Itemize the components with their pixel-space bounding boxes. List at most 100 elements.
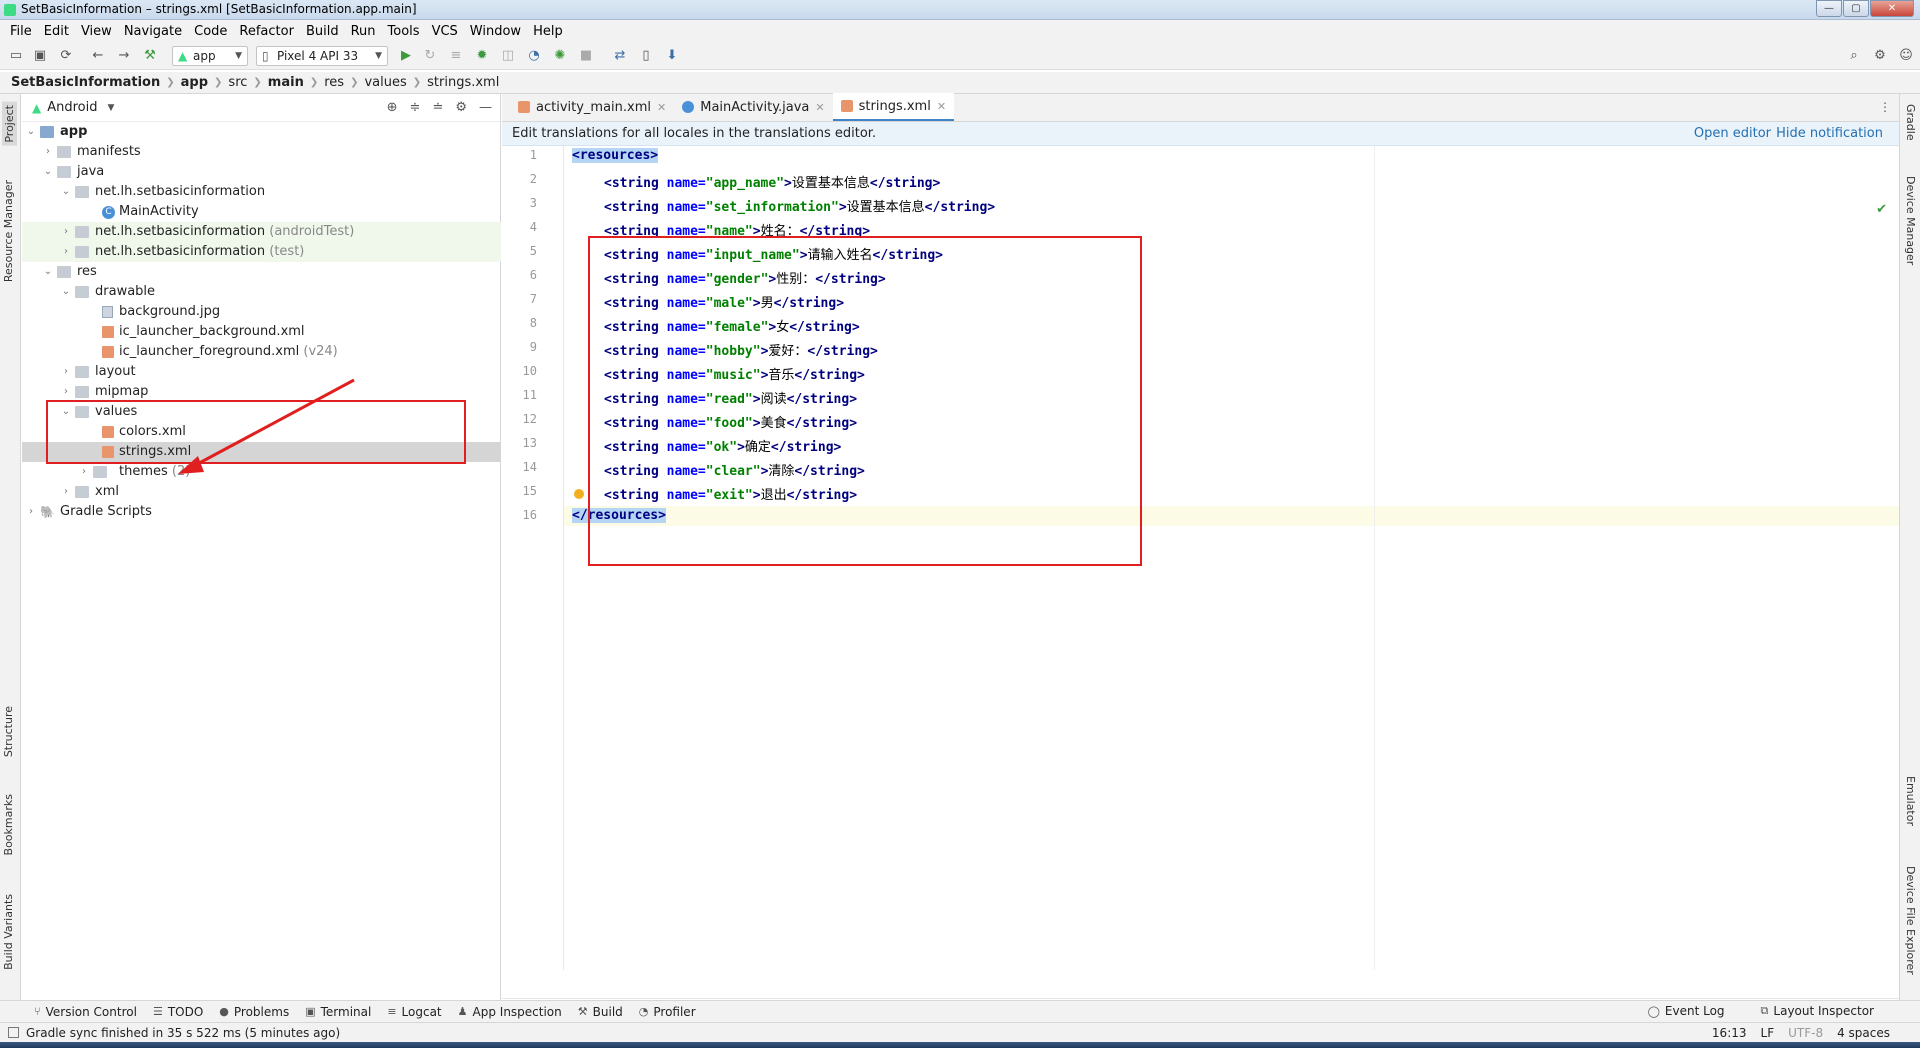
locate-icon[interactable]: ⊕ [387,100,398,115]
profile-icon[interactable]: ◔ [526,48,542,64]
run-config-dropdown[interactable]: ▲ app ▼ [172,46,248,66]
lightbulb-icon[interactable] [574,489,584,499]
tool-event-log[interactable]: ◯ Event Log [1648,1004,1725,1018]
menu-edit[interactable]: Edit [38,24,75,39]
caret-position[interactable]: 16:13 [1712,1026,1747,1040]
breadcrumb-project[interactable]: SetBasicInformation [11,75,160,90]
maximize-button[interactable]: ▢ [1843,0,1869,17]
menu-help[interactable]: Help [527,24,569,39]
menu-vcs[interactable]: VCS [426,24,464,39]
gear-icon[interactable]: ⚙ [1872,48,1888,64]
menu-code[interactable]: Code [188,24,233,39]
close-icon[interactable]: ✕ [815,101,824,114]
chevron-down-icon[interactable]: ⌄ [25,122,37,142]
tree-item-ic-launcher-background[interactable]: ic_launcher_background.xml [22,322,501,342]
chevron-down-icon[interactable]: ⌄ [60,182,72,202]
apply-changes-icon[interactable]: ↻ [422,48,438,64]
breadcrumb-src[interactable]: src [228,75,247,90]
breadcrumb-app[interactable]: app [181,75,208,90]
coverage-icon[interactable]: ◫ [500,48,516,64]
tool-problems[interactable]: ● Problems [219,1005,289,1019]
line-separator[interactable]: LF [1761,1026,1775,1040]
minimize-button[interactable]: — [1816,0,1842,17]
menu-build[interactable]: Build [300,24,345,39]
tree-item-ic-launcher-foreground[interactable]: ic_launcher_foreground.xml (v24) [22,342,501,362]
chevron-down-icon[interactable]: ⌄ [60,282,72,302]
tree-item-drawable[interactable]: ⌄ drawable [22,282,501,302]
tool-terminal[interactable]: ▣ Terminal [305,1005,371,1019]
tree-item-mainactivity[interactable]: C MainActivity [22,202,501,222]
tool-profiler[interactable]: ◔ Profiler [639,1005,696,1019]
menu-window[interactable]: Window [464,24,527,39]
menu-view[interactable]: View [75,24,118,39]
tab-mainactivity-java[interactable]: MainActivity.java ✕ [674,93,832,121]
tree-item-package-main[interactable]: ⌄ net.lh.setbasicinformation [22,182,501,202]
tab-emulator[interactable]: Emulator [1904,776,1917,826]
chevron-right-icon[interactable]: › [60,242,72,262]
status-toggle-icon[interactable] [8,1027,19,1038]
device-dropdown[interactable]: ▯ Pixel 4 API 33 ▼ [256,46,388,66]
tree-item-app[interactable]: ⌄ app [22,122,501,142]
tab-device-manager[interactable]: Device Manager [1904,176,1917,265]
tree-item-package-androidtest[interactable]: › net.lh.setbasicinformation (androidTes… [22,222,501,242]
debug-icon[interactable]: ✹ [474,48,490,64]
stop-icon[interactable]: ■ [578,48,594,64]
chevron-right-icon[interactable]: › [60,482,72,502]
hide-notification-link[interactable]: Hide notification [1776,126,1883,141]
apply-code-icon[interactable]: ≡ [448,48,464,64]
gradle-sync-icon[interactable]: ⇄ [612,48,628,64]
forward-arrow-icon[interactable]: → [116,48,132,64]
menu-file[interactable]: File [4,24,38,39]
tree-item-res[interactable]: ⌄ res [22,262,501,282]
breadcrumb-strings-xml[interactable]: strings.xml [427,75,499,90]
tool-layout-inspector[interactable]: ⧉ Layout Inspector [1761,1004,1874,1018]
chevron-right-icon[interactable]: › [60,222,72,242]
save-icon[interactable]: ▣ [32,48,48,64]
user-icon[interactable]: ☺ [1898,48,1914,64]
tree-item-manifests[interactable]: › manifests [22,142,501,162]
attach-debugger-icon[interactable]: ✺ [552,48,568,64]
collapse-all-icon[interactable]: ≐ [432,100,443,115]
search-icon[interactable]: ⌕ [1846,48,1862,64]
close-window-button[interactable]: ✕ [1870,0,1914,17]
close-icon[interactable]: ✕ [657,101,666,114]
tool-logcat[interactable]: ≡ Logcat [387,1005,441,1019]
gear-icon[interactable]: ⚙ [455,100,467,115]
indent-setting[interactable]: 4 spaces [1837,1026,1890,1040]
hammer-icon[interactable]: ⚒ [142,48,158,64]
sdk-manager-icon[interactable]: ⬇ [664,48,680,64]
chevron-right-icon[interactable]: › [42,142,54,162]
tab-strings-xml[interactable]: strings.xml ✕ [832,93,955,121]
project-view-selector[interactable]: ▲ Android ▼ ⊕ ≑ ≐ ⚙ — [22,94,500,122]
tree-item-background-jpg[interactable]: background.jpg [22,302,501,322]
open-editor-link[interactable]: Open editor [1694,126,1771,141]
open-folder-icon[interactable]: ▭ [8,48,24,64]
tab-bookmarks[interactable]: Bookmarks [2,794,15,855]
tree-item-java[interactable]: ⌄ java [22,162,501,182]
status-message[interactable]: Gradle sync finished in 35 s 522 ms (5 m… [26,1026,340,1040]
tab-resource-manager[interactable]: Resource Manager [2,180,15,282]
tab-device-file-explorer[interactable]: Device File Explorer [1904,866,1917,975]
menu-refactor[interactable]: Refactor [233,24,300,39]
menu-run[interactable]: Run [345,24,382,39]
tree-item-package-test[interactable]: › net.lh.setbasicinformation (test) [22,242,501,262]
chevron-right-icon[interactable]: › [78,462,90,482]
tool-version-control[interactable]: ⑂ Version Control [34,1005,137,1019]
tool-todo[interactable]: ☰ TODO [153,1005,203,1019]
chevron-right-icon[interactable]: › [60,382,72,402]
menu-navigate[interactable]: Navigate [118,24,188,39]
tool-app-inspection[interactable]: ♟ App Inspection [458,1005,562,1019]
menu-tools[interactable]: Tools [382,24,426,39]
chevron-right-icon[interactable]: › [60,362,72,382]
tool-build[interactable]: ⚒ Build [578,1005,623,1019]
back-arrow-icon[interactable]: ← [90,48,106,64]
breadcrumb-values[interactable]: values [364,75,406,90]
hide-icon[interactable]: — [479,100,492,115]
tab-activity-main-xml[interactable]: activity_main.xml ✕ [510,93,674,121]
close-icon[interactable]: ✕ [937,100,946,113]
chevron-down-icon[interactable]: ⌄ [42,162,54,182]
tab-gradle[interactable]: Gradle [1904,104,1917,141]
run-icon[interactable]: ▶ [398,48,414,64]
tree-item-gradle-scripts[interactable]: › 🐘 Gradle Scripts [22,502,501,522]
device-manager-icon[interactable]: ▯ [638,48,654,64]
